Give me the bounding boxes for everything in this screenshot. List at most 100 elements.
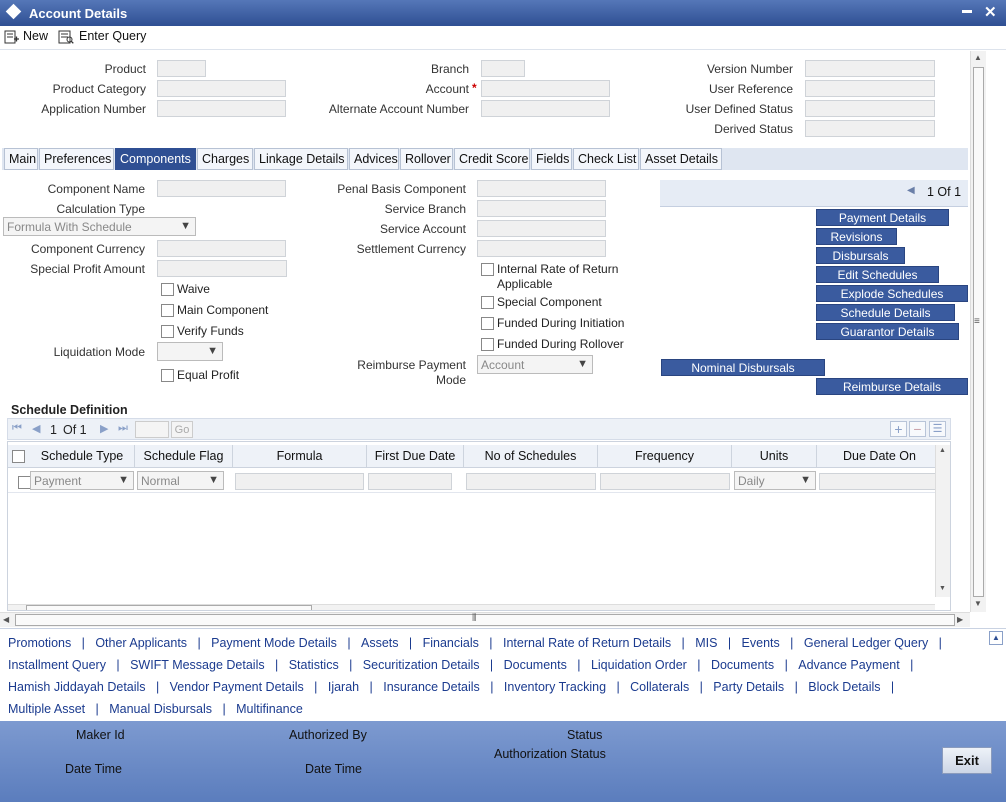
service-branch-field[interactable] (477, 200, 606, 217)
service-account-field[interactable] (477, 220, 606, 237)
tab-credit-score[interactable]: Credit Score (454, 148, 530, 170)
main-horizontal-scrollbar[interactable]: ◀ ⦀ ▶ (0, 612, 970, 627)
reimburse-details-button[interactable]: Reimburse Details (816, 378, 968, 395)
new-button[interactable]: New (23, 29, 48, 43)
tab-fields[interactable]: Fields (531, 148, 572, 170)
waive-checkbox[interactable] (161, 283, 174, 296)
explode-schedules-button[interactable]: Explode Schedules (816, 285, 968, 302)
link-party-details[interactable]: Party Details (713, 680, 784, 694)
penal-basis-component-field[interactable] (477, 180, 606, 197)
link-hamish-jiddayah-details[interactable]: Hamish Jiddayah Details (8, 680, 146, 694)
funded-during-rollover-checkbox[interactable] (481, 338, 494, 351)
link-installment-query[interactable]: Installment Query (8, 658, 106, 672)
payment-details-button[interactable]: Payment Details (816, 209, 949, 226)
link-block-details[interactable]: Block Details (808, 680, 880, 694)
scroll-down-icon[interactable]: ▼ (974, 599, 982, 608)
select-all-checkbox[interactable] (12, 450, 25, 463)
revisions-button[interactable]: Revisions (816, 228, 897, 245)
equal-profit-checkbox[interactable] (161, 369, 174, 382)
units-select[interactable]: Daily ▼ (734, 471, 816, 490)
schedule-type-select[interactable]: Payment ▼ (30, 471, 134, 490)
scroll-up-icon[interactable]: ▲ (974, 53, 982, 62)
account-field[interactable] (481, 80, 610, 97)
liquidation-mode-select[interactable]: ▼ (157, 342, 223, 361)
first-page-icon[interactable]: ⏮ (12, 422, 22, 435)
link-financials[interactable]: Financials (423, 636, 479, 650)
irr-applicable-checkbox[interactable] (481, 263, 494, 276)
grid-vertical-scrollbar[interactable]: ▲ ▼ (935, 445, 950, 597)
enter-query-button[interactable]: Enter Query (79, 29, 146, 43)
special-component-checkbox[interactable] (481, 296, 494, 309)
tab-rollover[interactable]: Rollover (400, 148, 453, 170)
next-page-icon[interactable]: ▶ (100, 422, 108, 435)
disbursals-button[interactable]: Disbursals (816, 247, 905, 264)
component-currency-field[interactable] (157, 240, 286, 257)
link-ijarah[interactable]: Ijarah (328, 680, 359, 694)
main-vertical-scrollbar[interactable]: ▲ ≡ ▼ (970, 51, 986, 612)
tab-components[interactable]: Components (115, 148, 196, 170)
reimburse-payment-mode-select[interactable]: Account ▼ (477, 355, 593, 374)
tab-asset-details[interactable]: Asset Details (640, 148, 722, 170)
tab-check-list[interactable]: Check List (573, 148, 639, 170)
view-single-record-icon[interactable]: ☰ (929, 421, 946, 437)
edit-schedules-button[interactable]: Edit Schedules (816, 266, 939, 283)
link-other-applicants[interactable]: Other Applicants (95, 636, 187, 650)
guarantor-details-button[interactable]: Guarantor Details (816, 323, 959, 340)
scroll-thumb[interactable] (26, 605, 312, 610)
grid-horizontal-scrollbar[interactable] (8, 604, 935, 610)
funded-during-initiation-checkbox[interactable] (481, 317, 494, 330)
settlement-currency-field[interactable] (477, 240, 606, 257)
link-irr-details[interactable]: Internal Rate of Return Details (503, 636, 671, 650)
main-component-checkbox[interactable] (161, 304, 174, 317)
product-category-field[interactable] (157, 80, 286, 97)
scroll-down-icon[interactable]: ▼ (939, 585, 946, 592)
tab-main[interactable]: Main (4, 148, 38, 170)
link-assets[interactable]: Assets (361, 636, 399, 650)
link-multiple-asset[interactable]: Multiple Asset (8, 702, 85, 716)
formula-input[interactable] (235, 473, 364, 490)
scroll-left-icon[interactable]: ◀ (3, 615, 9, 624)
link-vendor-payment-details[interactable]: Vendor Payment Details (170, 680, 304, 694)
collapse-links-icon[interactable]: ▲ (989, 631, 1003, 645)
version-number-field[interactable] (805, 60, 935, 77)
link-manual-disbursals[interactable]: Manual Disbursals (109, 702, 212, 716)
tab-preferences[interactable]: Preferences (39, 148, 114, 170)
link-swift-message-details[interactable]: SWIFT Message Details (130, 658, 265, 672)
scroll-thumb[interactable] (15, 614, 955, 626)
schedule-details-button[interactable]: Schedule Details (816, 304, 955, 321)
link-statistics[interactable]: Statistics (289, 658, 339, 672)
delete-row-icon[interactable]: − (909, 421, 926, 437)
link-insurance-details[interactable]: Insurance Details (383, 680, 480, 694)
scroll-right-icon[interactable]: ▶ (957, 615, 963, 624)
link-payment-mode-details[interactable]: Payment Mode Details (211, 636, 337, 650)
link-promotions[interactable]: Promotions (8, 636, 71, 650)
user-reference-field[interactable] (805, 80, 935, 97)
link-collaterals[interactable]: Collaterals (630, 680, 689, 694)
link-multifinance[interactable]: Multifinance (236, 702, 303, 716)
link-inventory-tracking[interactable]: Inventory Tracking (504, 680, 606, 694)
component-name-field[interactable] (157, 180, 286, 197)
previous-page-icon[interactable]: ◀ (32, 422, 40, 435)
link-documents-2[interactable]: Documents (711, 658, 774, 672)
link-securitization-details[interactable]: Securitization Details (363, 658, 480, 672)
previous-page-icon[interactable]: ◀ (907, 185, 915, 196)
link-documents[interactable]: Documents (504, 658, 567, 672)
frequency-input[interactable] (600, 473, 730, 490)
nominal-disbursals-button[interactable]: Nominal Disbursals (661, 359, 825, 376)
last-page-icon[interactable]: ⏭ (118, 422, 128, 435)
link-liquidation-order[interactable]: Liquidation Order (591, 658, 687, 672)
tab-charges[interactable]: Charges (197, 148, 253, 170)
verify-funds-checkbox[interactable] (161, 325, 174, 338)
go-button[interactable]: Go (171, 421, 193, 438)
due-date-on-input[interactable] (819, 473, 936, 490)
tab-linkage-details[interactable]: Linkage Details (254, 148, 348, 170)
link-advance-payment[interactable]: Advance Payment (798, 658, 899, 672)
minimize-icon[interactable]: ▬ (962, 5, 972, 16)
alternate-account-number-field[interactable] (481, 100, 610, 117)
special-profit-amount-field[interactable] (157, 260, 287, 277)
tab-advices[interactable]: Advices (349, 148, 399, 170)
add-row-icon[interactable]: + (890, 421, 907, 437)
derived-status-field[interactable] (805, 120, 935, 137)
application-number-field[interactable] (157, 100, 286, 117)
user-defined-status-field[interactable] (805, 100, 935, 117)
